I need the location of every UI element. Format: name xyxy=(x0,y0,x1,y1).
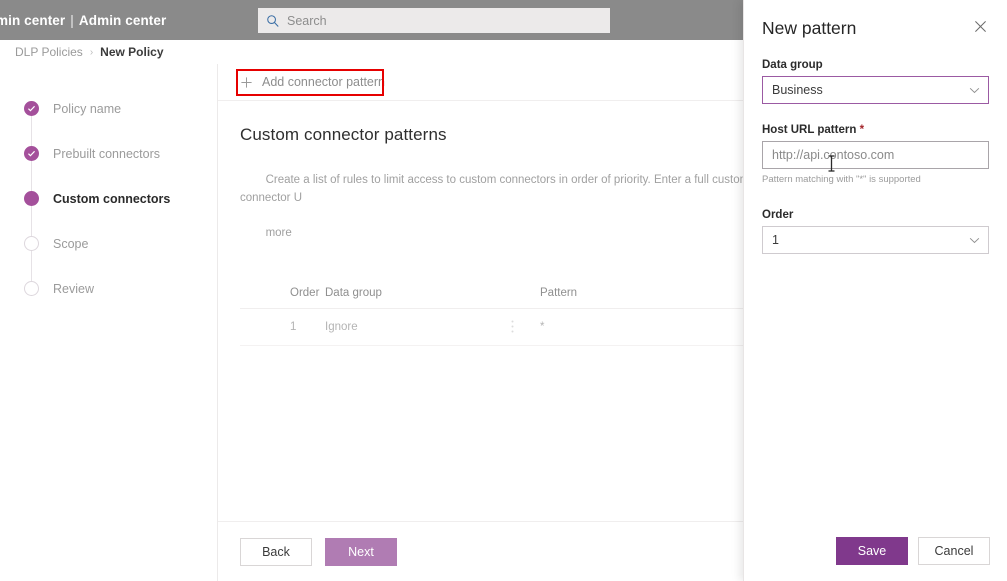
close-button[interactable] xyxy=(972,18,989,35)
host-url-hint: Pattern matching with "*" is supported xyxy=(762,174,921,185)
order-label: Order xyxy=(762,209,794,221)
table-row[interactable]: 1 Ignore * xyxy=(240,309,743,346)
host-url-input[interactable] xyxy=(762,141,989,169)
sidebar-item-label: Custom connectors xyxy=(53,191,171,206)
sidebar-item-label: Policy name xyxy=(53,101,122,116)
host-url-label: Host URL pattern * xyxy=(762,124,989,136)
cell-pattern: * xyxy=(540,320,545,333)
learn-more-link[interactable]: more xyxy=(266,227,292,239)
section-description: Create a list of rules to limit access t… xyxy=(240,154,743,261)
app-brand-title: min center | Admin center xyxy=(0,13,166,28)
custom-connector-patterns-section: Custom connector patterns Create a list … xyxy=(218,101,743,346)
host-url-label-text: Host URL pattern xyxy=(762,124,857,136)
sidebar-item-scope[interactable]: Scope xyxy=(0,221,217,266)
cell-data-group: Ignore xyxy=(325,320,358,333)
search-box[interactable] xyxy=(258,8,610,33)
flyout-body: Data group Business Host URL pattern * P… xyxy=(744,39,1007,254)
sidebar-item-label: Review xyxy=(53,281,94,296)
wizard-step-list: Policy name Prebuilt connectors Custom c… xyxy=(0,64,217,311)
plus-icon xyxy=(240,76,253,89)
patterns-table: Order Data group Pattern 1 Ignore * xyxy=(240,287,743,346)
main-content-panel: Add connector pattern Custom connector p… xyxy=(218,64,743,581)
brand-separator: | xyxy=(70,12,74,28)
add-connector-pattern-label: Add connector pattern xyxy=(262,75,385,89)
text-cursor-icon xyxy=(827,154,836,173)
next-button[interactable]: Next xyxy=(325,537,397,566)
order-value: 1 xyxy=(772,233,779,247)
step-empty-circle-icon xyxy=(24,236,39,251)
flyout-title: New pattern xyxy=(762,18,857,38)
step-current-dot-icon xyxy=(24,191,39,206)
wizard-sidebar: Policy name Prebuilt connectors Custom c… xyxy=(0,64,218,581)
required-marker: * xyxy=(859,124,865,136)
breadcrumb-item-dlp-policies[interactable]: DLP Policies xyxy=(15,45,83,59)
cell-order: 1 xyxy=(290,320,297,333)
brand-right-text: Admin center xyxy=(78,12,167,28)
brand-left-text: min center xyxy=(0,12,66,28)
step-empty-circle-icon xyxy=(24,281,39,296)
order-select[interactable]: 1 xyxy=(762,226,989,254)
table-header-row: Order Data group Pattern xyxy=(240,287,743,309)
breadcrumb-item-new-policy: New Policy xyxy=(100,45,164,59)
breadcrumb-separator-icon: › xyxy=(89,46,94,58)
chevron-down-icon xyxy=(969,233,980,247)
sidebar-item-custom-connectors[interactable]: Custom connectors xyxy=(0,176,217,221)
data-group-label: Data group xyxy=(762,59,823,71)
search-input[interactable] xyxy=(287,13,602,28)
command-bar: Add connector pattern xyxy=(218,64,743,101)
order-field: Order 1 xyxy=(762,209,989,254)
host-url-field: Host URL pattern * Pattern matching with… xyxy=(762,124,989,185)
flyout-header: New pattern xyxy=(744,0,1007,39)
back-button[interactable]: Back xyxy=(240,537,312,566)
chevron-down-icon xyxy=(969,83,980,97)
column-header-data-group: Data group xyxy=(325,286,382,299)
dlp-new-policy-screen: min center|Admin center DLP Policies › N… xyxy=(0,0,1007,581)
column-header-menu xyxy=(485,287,540,299)
column-header-order: Order xyxy=(290,286,320,299)
sidebar-item-review[interactable]: Review xyxy=(0,266,217,311)
new-pattern-flyout: New pattern Data group Business Host URL… xyxy=(743,0,1007,581)
data-group-value: Business xyxy=(772,83,823,97)
data-group-field: Data group Business xyxy=(762,59,989,104)
section-description-text: Create a list of rules to limit access t… xyxy=(240,173,743,204)
section-title: Custom connector patterns xyxy=(240,125,447,144)
save-button[interactable]: Save xyxy=(836,537,908,565)
sidebar-item-label: Scope xyxy=(53,236,89,251)
add-connector-pattern-button[interactable]: Add connector pattern xyxy=(236,70,389,95)
row-more-vertical-icon[interactable] xyxy=(485,320,540,333)
step-check-icon xyxy=(24,101,39,116)
sidebar-item-prebuilt-connectors[interactable]: Prebuilt connectors xyxy=(0,131,217,176)
flyout-footer: Save Cancel xyxy=(744,521,1007,581)
column-header-pattern: Pattern xyxy=(540,286,578,299)
sidebar-item-label: Prebuilt connectors xyxy=(53,146,161,161)
step-check-icon xyxy=(24,146,39,161)
close-icon xyxy=(974,21,987,36)
search-icon xyxy=(266,14,280,28)
data-group-select[interactable]: Business xyxy=(762,76,989,104)
wizard-footer: Back Next xyxy=(218,521,743,581)
cancel-button[interactable]: Cancel xyxy=(918,537,990,565)
sidebar-item-policy-name[interactable]: Policy name xyxy=(0,86,217,131)
